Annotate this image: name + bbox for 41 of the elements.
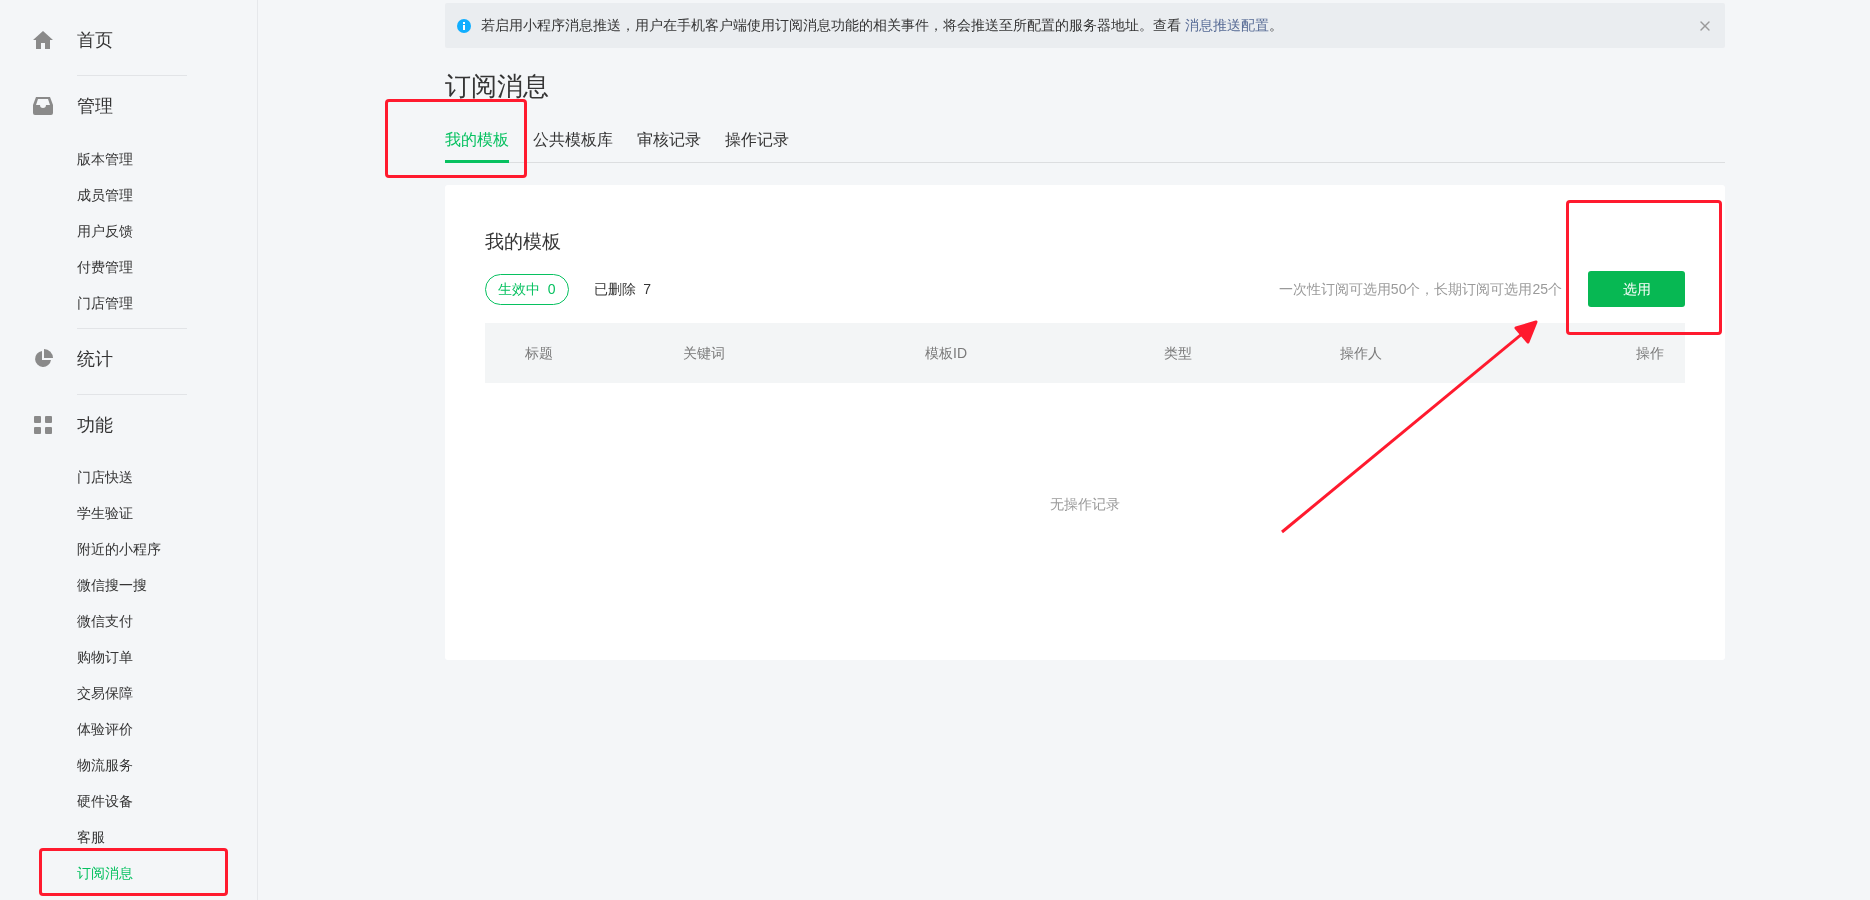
notice-link[interactable]: 消息推送配置 bbox=[1184, 17, 1269, 33]
sidebar-section[interactable]: 功能 bbox=[77, 411, 113, 439]
inbox-icon bbox=[32, 97, 53, 115]
sidebar-item[interactable]: 版本管理 bbox=[77, 148, 133, 170]
quota-hint: 一次性订阅可选用50个，长期订阅可选用25个 bbox=[1278, 279, 1562, 299]
sidebar-item[interactable]: 用户反馈 bbox=[77, 220, 133, 242]
sidebar-item[interactable]: 门店管理 bbox=[77, 292, 133, 314]
home-icon bbox=[32, 31, 53, 49]
card-title: 我的模板 bbox=[485, 230, 562, 254]
grid-icon bbox=[33, 416, 52, 434]
sidebar-item[interactable]: 门店快送 bbox=[77, 466, 133, 488]
filter-tab[interactable]: 已删除 7 bbox=[580, 273, 665, 305]
sidebar-item[interactable]: 成员管理 bbox=[77, 184, 133, 206]
tab[interactable]: 操作记录 bbox=[725, 128, 789, 163]
sidebar-item[interactable]: 付费管理 bbox=[77, 256, 133, 278]
sidebar-item[interactable]: 微信支付 bbox=[77, 610, 133, 632]
sidebar-item[interactable]: 微信搜一搜 bbox=[77, 574, 147, 596]
sidebar-section[interactable]: 管理 bbox=[77, 92, 113, 120]
sidebar-item[interactable]: 购物订单 bbox=[77, 646, 133, 668]
column-header: 操作 bbox=[1636, 343, 1664, 363]
sidebar-item[interactable]: 物流服务 bbox=[77, 754, 133, 776]
sidebar-item[interactable]: 硬件设备 bbox=[77, 790, 133, 812]
tab[interactable]: 审核记录 bbox=[637, 128, 701, 163]
column-header: 模板ID bbox=[925, 343, 968, 363]
tab[interactable]: 公共模板库 bbox=[533, 128, 613, 163]
sidebar-section[interactable]: 统计 bbox=[77, 345, 113, 373]
info-icon bbox=[457, 18, 471, 33]
column-header: 标题 bbox=[525, 343, 554, 363]
sidebar-section[interactable]: 首页 bbox=[77, 26, 113, 54]
sidebar-item[interactable]: 学生验证 bbox=[77, 502, 133, 524]
sidebar-item[interactable]: 客服 bbox=[77, 826, 105, 848]
page-title: 订阅消息 bbox=[445, 70, 550, 103]
column-header: 关键词 bbox=[683, 343, 726, 363]
sidebar-item[interactable]: 交易保障 bbox=[77, 682, 133, 704]
empty-message: 无操作记录 bbox=[1050, 495, 1120, 514]
sidebar-item[interactable]: 附近的小程序 bbox=[77, 538, 161, 560]
notice-text: 若启用小程序消息推送，用户在手机客户端使用订阅消息功能的相关事件，将会推送至所配置的服务器地址。查看 消息推送配置。 bbox=[481, 16, 1283, 35]
sidebar-item[interactable]: 体验评价 bbox=[77, 718, 133, 740]
pie-chart-icon bbox=[32, 349, 53, 369]
column-header: 类型 bbox=[1164, 343, 1193, 363]
column-header: 操作人 bbox=[1340, 343, 1383, 363]
